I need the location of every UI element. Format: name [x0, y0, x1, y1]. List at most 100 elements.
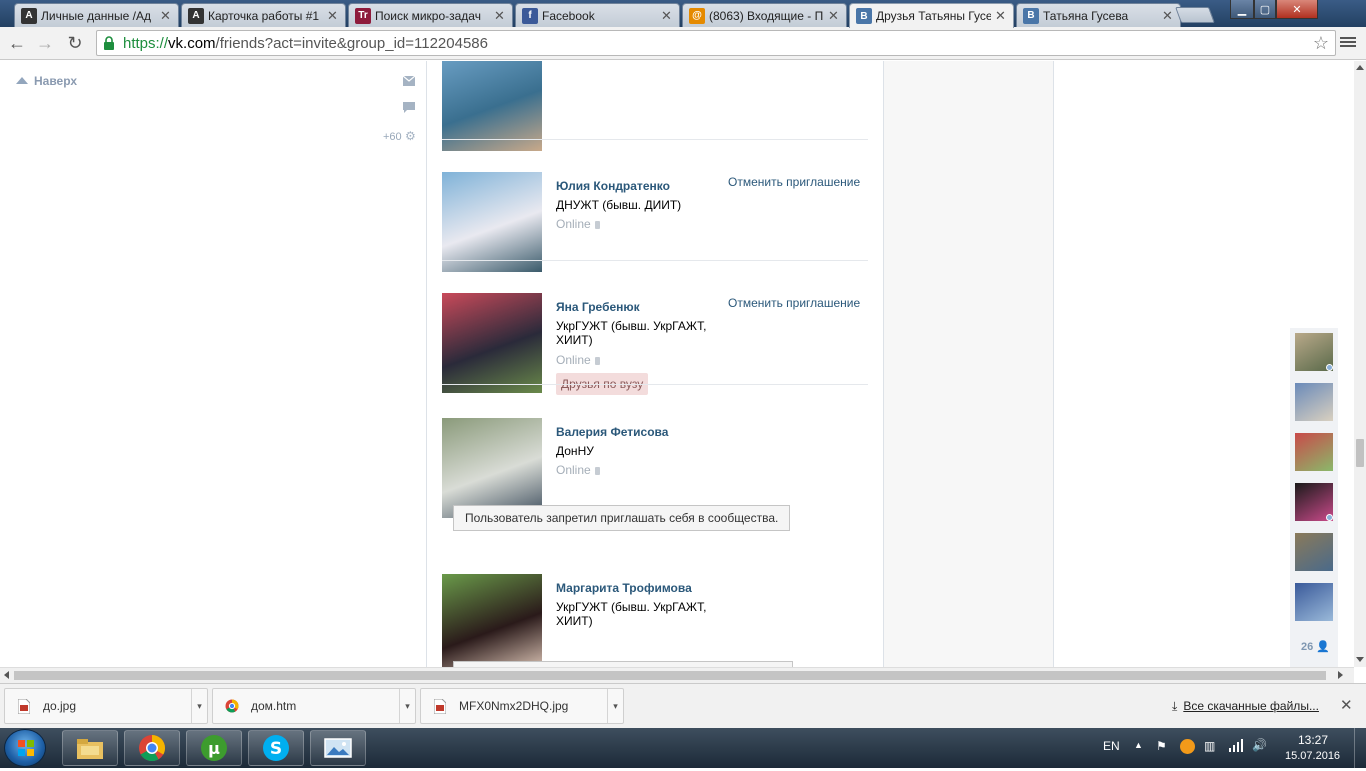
download-item[interactable]: дом.htm ▾: [212, 688, 416, 724]
scroll-left-arrow-icon[interactable]: [4, 671, 9, 679]
friends-invite-list: Online Юлия Кондратенко ДНУЖТ (бывш. ДИИТ)…: [426, 61, 884, 667]
address-bar[interactable]: https://vk.com/friends?act=invite&group_…: [96, 30, 1336, 56]
browser-tab[interactable]: f Facebook ✕: [515, 3, 680, 27]
scroll-right-arrow-icon[interactable]: [1338, 671, 1343, 679]
cancel-invite-link[interactable]: Отменить приглашение: [728, 175, 860, 189]
chat-contact-avatar[interactable]: [1295, 583, 1333, 621]
chrome-taskbar-icon[interactable]: [124, 730, 180, 766]
friend-university: УкрГУЖТ (бывш. УкрГАЖТ, ХИИТ): [556, 600, 707, 628]
window-restore-button[interactable]: ▢: [1254, 0, 1276, 19]
show-hidden-icons-icon[interactable]: ▲: [1134, 740, 1143, 750]
friend-name-link[interactable]: Юлия Кондратенко: [556, 179, 670, 193]
horizontal-scroll-thumb[interactable]: [14, 671, 1326, 680]
bookmark-star-icon[interactable]: ☆: [1313, 33, 1329, 54]
chat-contact-avatar[interactable]: [1295, 333, 1333, 371]
cancel-invite-link[interactable]: Отменить приглашение: [728, 296, 860, 310]
tab-favicon-icon: f: [522, 7, 538, 24]
window-minimize-button[interactable]: ▁: [1230, 0, 1254, 19]
network-signal-icon[interactable]: [1228, 738, 1244, 755]
download-arrow-icon: ⤓: [1172, 699, 1178, 713]
friend-photo[interactable]: [442, 418, 542, 518]
show-desktop-button[interactable]: [1354, 728, 1366, 768]
horizontal-scrollbar[interactable]: [0, 667, 1354, 683]
chat-contact-avatar[interactable]: [1295, 383, 1333, 421]
window-close-button[interactable]: ✕: [1276, 0, 1318, 19]
tab-close-icon[interactable]: ✕: [160, 9, 172, 22]
friend-university: ДонНУ: [556, 444, 594, 458]
tab-close-icon[interactable]: ✕: [828, 9, 840, 22]
tab-close-icon[interactable]: ✕: [661, 9, 673, 22]
chevron-down-icon[interactable]: ▾: [607, 689, 623, 723]
left-column: Наверх +60 ⚙: [0, 61, 426, 667]
download-item[interactable]: до.jpg ▾: [4, 688, 208, 724]
clock-time[interactable]: 13:27: [1298, 733, 1328, 747]
utorrent-taskbar-icon[interactable]: µ: [186, 730, 242, 766]
explorer-taskbar-icon[interactable]: [62, 730, 118, 766]
tab-favicon-icon: A: [21, 7, 37, 24]
notification-app-icon[interactable]: [1180, 739, 1195, 754]
browser-menu-icon[interactable]: [1340, 35, 1356, 51]
online-dot-icon: [1326, 364, 1333, 371]
download-item[interactable]: MFX0Nmx2DHQ.jpg ▾: [420, 688, 624, 724]
browser-tab[interactable]: A Карточка работы #1 ✕: [181, 3, 346, 27]
url-text[interactable]: https://vk.com/friends?act=invite&group_…: [123, 35, 488, 52]
row-divider: [442, 384, 868, 385]
browser-tab[interactable]: B Татьяна Гусева ✕: [1016, 3, 1181, 27]
language-indicator[interactable]: EN: [1103, 739, 1120, 753]
browser-tab[interactable]: B Друзья Татьяны Гусе ✕: [849, 3, 1014, 28]
mobile-icon: [594, 221, 600, 229]
all-downloads-link[interactable]: ⤓ Все скачанные файлы...: [1172, 699, 1319, 714]
browser-tab[interactable]: A Личные данные /Ад ✕: [14, 3, 179, 27]
new-tab-button[interactable]: [1175, 7, 1215, 23]
scroll-up-arrow-icon[interactable]: [1356, 65, 1364, 70]
chat-online-count[interactable]: 26 👤: [1301, 640, 1330, 653]
chat-contact-avatar[interactable]: [1295, 433, 1333, 471]
action-center-flag-icon[interactable]: ⚑: [1156, 739, 1167, 753]
to-top-link[interactable]: Наверх: [16, 74, 77, 88]
chevron-down-icon[interactable]: ▾: [191, 689, 207, 723]
skype-taskbar-icon[interactable]: S: [248, 730, 304, 766]
volume-icon[interactable]: 🔊: [1252, 738, 1267, 752]
comments-icon[interactable]: [403, 102, 415, 116]
start-button[interactable]: [4, 729, 46, 767]
chat-contact-avatar[interactable]: [1295, 483, 1333, 521]
tab-close-icon[interactable]: ✕: [1162, 9, 1174, 22]
url-path: /friends?act=invite&group_id=112204586: [215, 34, 488, 52]
friend-photo[interactable]: [442, 574, 542, 667]
photo-viewer-taskbar-icon[interactable]: [310, 730, 366, 766]
tab-close-icon[interactable]: ✕: [995, 9, 1007, 22]
image-file-icon: [17, 698, 31, 714]
friend-name-link[interactable]: Валерия Фетисова: [556, 425, 668, 439]
tab-close-icon[interactable]: ✕: [494, 9, 506, 22]
row-divider: [442, 139, 868, 140]
device-icon[interactable]: ▥: [1204, 739, 1215, 753]
scroll-down-arrow-icon[interactable]: [1356, 657, 1364, 662]
tab-favicon-icon: B: [856, 8, 872, 24]
tab-title: Татьяна Гусева: [1043, 8, 1129, 23]
browser-tab[interactable]: @ (8063) Входящие - П ✕: [682, 3, 847, 27]
online-status: Online: [556, 61, 600, 62]
forward-arrow-icon[interactable]: →: [34, 33, 56, 53]
messages-icon[interactable]: [402, 75, 416, 89]
notifications-count[interactable]: +60 ⚙: [383, 129, 416, 143]
chat-contact-avatar[interactable]: [1295, 533, 1333, 571]
friend-photo[interactable]: [442, 293, 542, 393]
browser-tab[interactable]: Tr Поиск микро-задач ✕: [348, 3, 513, 27]
vertical-scroll-thumb[interactable]: [1356, 439, 1364, 467]
mobile-icon: [594, 357, 600, 365]
tab-close-icon[interactable]: ✕: [327, 9, 339, 22]
chat-count-label: 26: [1301, 641, 1314, 653]
clock-date[interactable]: 15.07.2016: [1285, 750, 1340, 762]
online-status: Online: [556, 217, 600, 231]
friend-name-link[interactable]: Яна Гребенюк: [556, 300, 640, 314]
back-arrow-icon[interactable]: ←: [6, 33, 28, 53]
friend-photo[interactable]: [442, 61, 542, 151]
vertical-scrollbar[interactable]: [1354, 61, 1366, 667]
chevron-down-icon[interactable]: ▾: [399, 689, 415, 723]
friend-name-link[interactable]: Маргарита Трофимова: [556, 581, 692, 595]
reload-icon[interactable]: ↻: [64, 33, 86, 53]
lock-icon: [103, 36, 117, 50]
close-downloads-bar-icon[interactable]: ✕: [1340, 696, 1353, 714]
friend-photo[interactable]: [442, 172, 542, 272]
notifications-count-label: +60: [383, 131, 402, 143]
